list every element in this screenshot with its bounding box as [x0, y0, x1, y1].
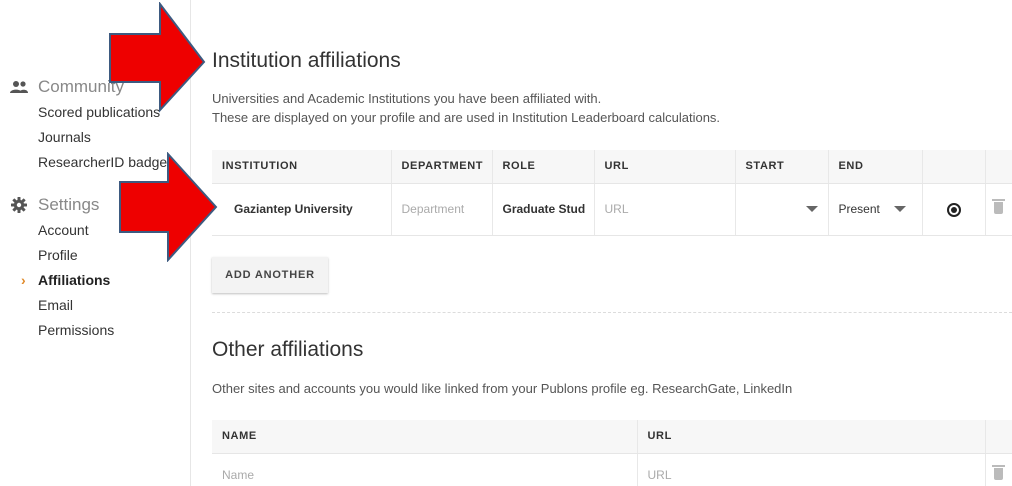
- column-header-end: END: [828, 150, 923, 184]
- other-description: Other sites and accounts you would like …: [212, 381, 793, 396]
- role-field[interactable]: Graduate Stud: [492, 183, 595, 236]
- table-header-row: NAME URL: [212, 420, 1012, 454]
- sidebar-item-email[interactable]: Email: [38, 293, 114, 318]
- url-field[interactable]: URL: [594, 183, 736, 236]
- sidebar-item-journals[interactable]: Journals: [38, 125, 167, 150]
- institution-description-line-1: Universities and Academic Institutions y…: [212, 91, 602, 106]
- end-value: Present: [838, 202, 880, 216]
- institution-field[interactable]: Gaziantep University: [212, 183, 392, 236]
- settings-group: Settings Account Profile › Affiliations E…: [8, 194, 114, 343]
- trash-icon[interactable]: [992, 198, 1006, 214]
- table-row: Gaziantep University Department Graduate…: [212, 183, 1012, 236]
- column-header-url: URL: [594, 150, 736, 184]
- name-field[interactable]: Name: [212, 453, 638, 486]
- red-arrow-icon: [109, 2, 206, 113]
- sidebar-item-permissions[interactable]: Permissions: [38, 318, 114, 343]
- institution-description-line-2: These are displayed on your profile and …: [212, 110, 721, 125]
- table-header-row: INSTITUTION DEPARTMENT ROLE URL START EN…: [212, 150, 1012, 184]
- column-header-department: DEPARTMENT: [391, 150, 493, 184]
- settings-label: Settings: [38, 195, 100, 214]
- sidebar-item-account[interactable]: Account: [38, 218, 114, 243]
- column-header-name: NAME: [212, 420, 638, 454]
- column-header-role: ROLE: [492, 150, 595, 184]
- radio-dot: [950, 206, 957, 213]
- column-header-delete: [985, 420, 1012, 454]
- settings-header[interactable]: Settings: [8, 194, 114, 216]
- other-affiliations-title: Other affiliations: [212, 338, 364, 361]
- chevron-right-icon: ›: [21, 272, 26, 288]
- add-another-button[interactable]: ADD ANOTHER: [212, 257, 328, 293]
- people-icon: [8, 79, 30, 95]
- institution-table: INSTITUTION DEPARTMENT ROLE URL START EN…: [212, 150, 1012, 236]
- primary-radio-cell: [922, 183, 986, 236]
- gear-icon: [8, 197, 30, 213]
- red-arrow-icon: [119, 152, 218, 262]
- delete-cell: [985, 453, 1012, 486]
- column-header-start: START: [735, 150, 829, 184]
- end-select[interactable]: Present: [828, 183, 923, 236]
- delete-cell: [985, 183, 1012, 236]
- column-header-primary: [922, 150, 986, 184]
- column-header-institution: INSTITUTION: [212, 150, 392, 184]
- other-affiliations-table: NAME URL Name URL: [212, 420, 1012, 486]
- trash-icon[interactable]: [992, 464, 1006, 480]
- institution-affiliations-title: Institution affiliations: [212, 49, 401, 72]
- table-row: Name URL: [212, 453, 1012, 486]
- start-select[interactable]: [735, 183, 829, 236]
- sidebar-item-profile[interactable]: Profile: [38, 243, 114, 268]
- section-divider: [212, 312, 1012, 313]
- chevron-down-icon: [805, 206, 818, 212]
- chevron-down-icon: [893, 206, 906, 212]
- column-header-delete: [985, 150, 1012, 184]
- department-field[interactable]: Department: [391, 183, 493, 236]
- column-header-url: URL: [637, 420, 986, 454]
- sidebar-item-affiliations[interactable]: › Affiliations: [21, 268, 114, 293]
- primary-radio[interactable]: [946, 202, 961, 217]
- sidebar-item-label: Affiliations: [38, 272, 111, 288]
- url-field[interactable]: URL: [637, 453, 986, 486]
